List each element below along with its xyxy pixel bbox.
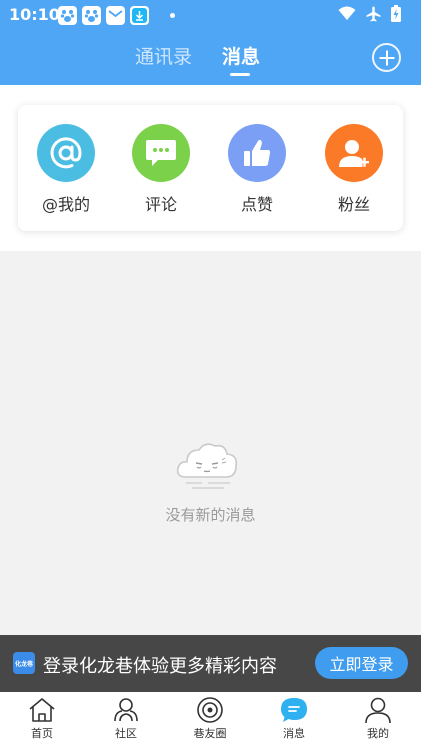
login-banner: 化龙巷 登录化龙巷体验更多精彩内容 立即登录 [0,635,421,692]
nav-community[interactable]: 社区 [96,696,156,741]
app-logo: 化龙巷 [13,652,35,674]
airplane-mode-icon [366,6,381,21]
active-tab-indicator [230,73,250,76]
comment-icon [132,124,190,182]
download-icon [130,6,149,25]
profile-icon [365,697,391,724]
login-banner-text: 登录化龙巷体验更多精彩内容 [43,656,277,677]
nav-messages[interactable]: 消息 [264,696,324,741]
nav-label: 社区 [115,727,137,740]
quick-action-fans[interactable]: 粉丝 [309,124,399,215]
tab-bar: 通讯录 消息 [0,42,421,80]
message-icon [281,698,307,722]
status-time: 10:10 [9,5,60,24]
quick-action-label: 评论 [144,195,177,214]
nav-home[interactable]: 首页 [12,696,72,741]
nav-label: 消息 [283,727,305,740]
nav-label: 首页 [31,727,53,740]
notification-icons [58,6,175,25]
quick-action-at-me[interactable]: @我的 [21,124,111,215]
quick-action-like[interactable]: 点赞 [212,124,302,215]
battery-charging-icon [391,5,401,22]
header-bar: 10:10 通讯录 消息 [0,0,421,85]
nav-moments[interactable]: 巷友圈 [180,696,240,741]
baidu-app-icon [58,6,77,25]
empty-state-text: 没有新的消息 [165,506,256,524]
mail-icon [106,6,125,25]
system-icons [338,5,401,22]
community-icon [114,698,138,722]
empty-cloud-icon [172,437,244,495]
nav-profile[interactable]: 我的 [348,696,408,741]
quick-action-comment[interactable]: 评论 [116,124,206,215]
quick-actions-card: @我的 评论 点赞 粉丝 [18,105,403,231]
at-icon [37,124,95,182]
login-now-button[interactable]: 立即登录 [315,647,408,679]
baidu-app-icon [82,6,101,25]
nav-label: 我的 [367,727,389,740]
wifi-icon [338,6,356,20]
quick-action-label: @我的 [41,195,90,214]
thumbs-up-icon [228,124,286,182]
quick-action-label: 粉丝 [337,195,370,214]
nav-label: 巷友圈 [193,727,227,740]
home-icon [29,698,55,722]
status-bar: 10:10 [0,0,421,30]
bottom-navigation: 首页 社区 巷友圈 消息 我的 [0,692,421,748]
add-button[interactable] [372,43,401,72]
quick-action-label: 点赞 [240,195,273,214]
user-add-icon [325,124,383,182]
more-notifications-dot [170,13,175,18]
tab-contacts[interactable]: 通讯录 [135,42,192,69]
tab-messages[interactable]: 消息 [222,42,260,69]
moments-icon [197,697,223,723]
